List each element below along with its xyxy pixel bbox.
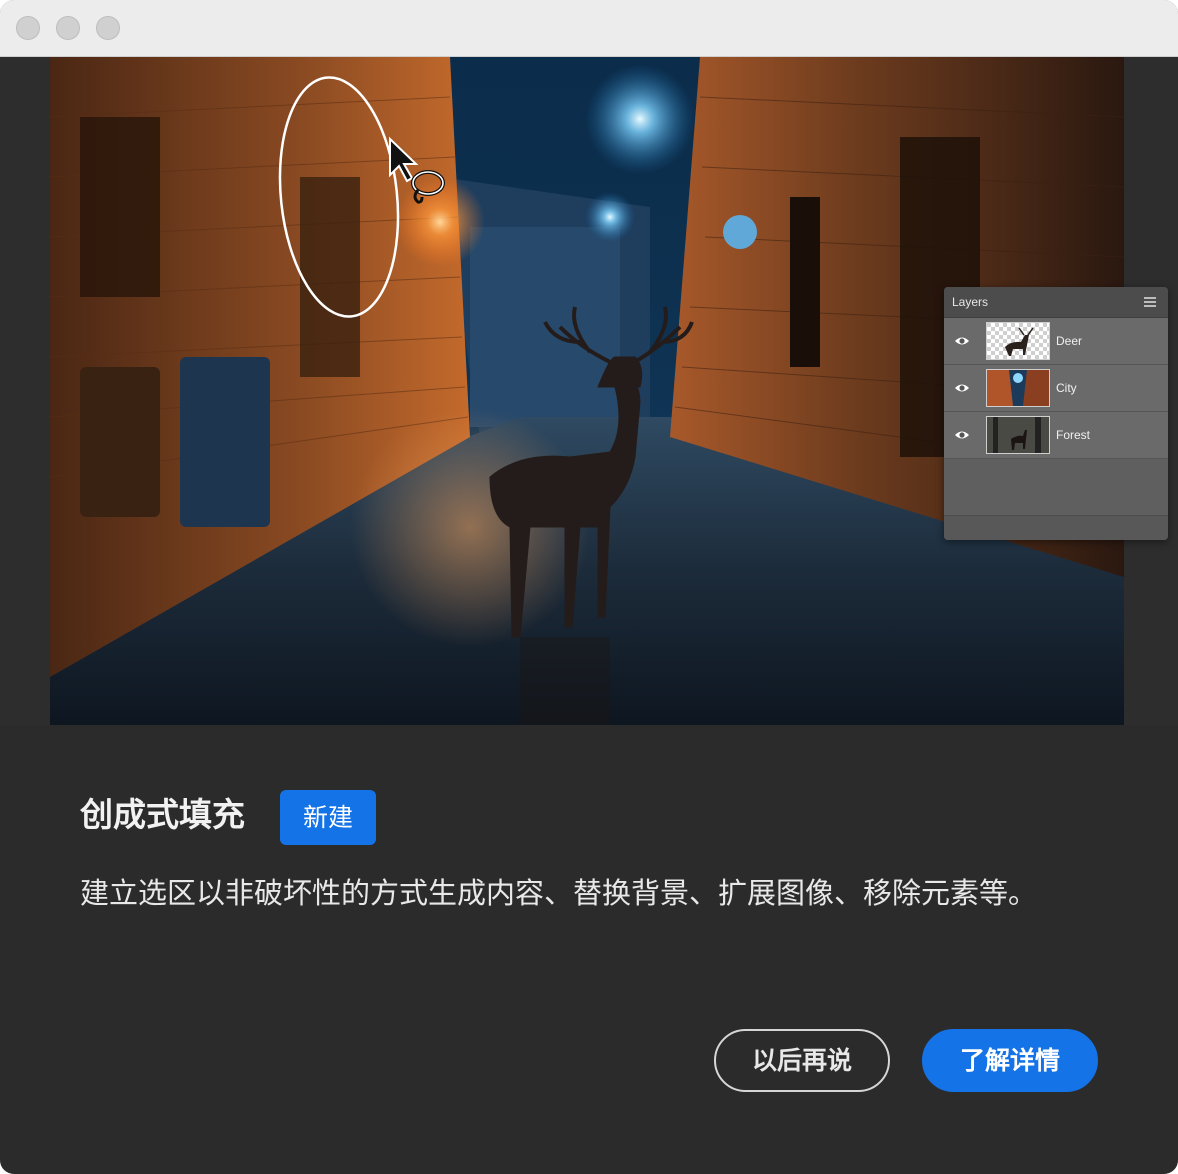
eye-icon[interactable] bbox=[954, 334, 970, 348]
dialog-title: 创成式填充 bbox=[80, 795, 245, 834]
layers-panel: Layers Deer City Forest bbox=[944, 287, 1168, 540]
eye-icon[interactable] bbox=[954, 428, 970, 442]
layer-name: Forest bbox=[1056, 428, 1091, 442]
title-bar bbox=[0, 0, 1178, 57]
layer-row-city[interactable]: City bbox=[944, 365, 1168, 412]
layer-name: City bbox=[1056, 381, 1077, 395]
layers-panel-footer bbox=[944, 515, 1168, 540]
layer-thumbnail-deer bbox=[986, 322, 1050, 360]
layers-panel-header: Layers bbox=[944, 287, 1168, 318]
new-badge: 新建 bbox=[280, 790, 376, 845]
layer-thumbnail-forest bbox=[986, 416, 1050, 454]
layer-row-forest[interactable]: Forest bbox=[944, 412, 1168, 459]
preview-stage: Layers Deer City Forest bbox=[0, 57, 1178, 725]
close-window-button[interactable] bbox=[16, 16, 40, 40]
layer-row-deer[interactable]: Deer bbox=[944, 318, 1168, 365]
minimize-window-button[interactable] bbox=[56, 16, 80, 40]
app-window: Layers Deer City Forest 创成式填充 新建 建立选区以非破… bbox=[0, 0, 1178, 1174]
eye-icon[interactable] bbox=[954, 381, 970, 395]
learn-more-button[interactable]: 了解详情 bbox=[922, 1029, 1098, 1092]
later-button[interactable]: 以后再说 bbox=[714, 1029, 890, 1092]
dialog-description: 建立选区以非破坏性的方式生成内容、替换背景、扩展图像、移除元素等。 bbox=[80, 876, 1038, 910]
dialog-panel bbox=[0, 725, 1178, 1174]
zoom-window-button[interactable] bbox=[96, 16, 120, 40]
layer-name: Deer bbox=[1056, 334, 1083, 348]
layer-thumbnail-city bbox=[986, 369, 1050, 407]
panel-menu-icon[interactable] bbox=[1144, 297, 1156, 307]
layers-panel-title: Layers bbox=[952, 295, 989, 309]
